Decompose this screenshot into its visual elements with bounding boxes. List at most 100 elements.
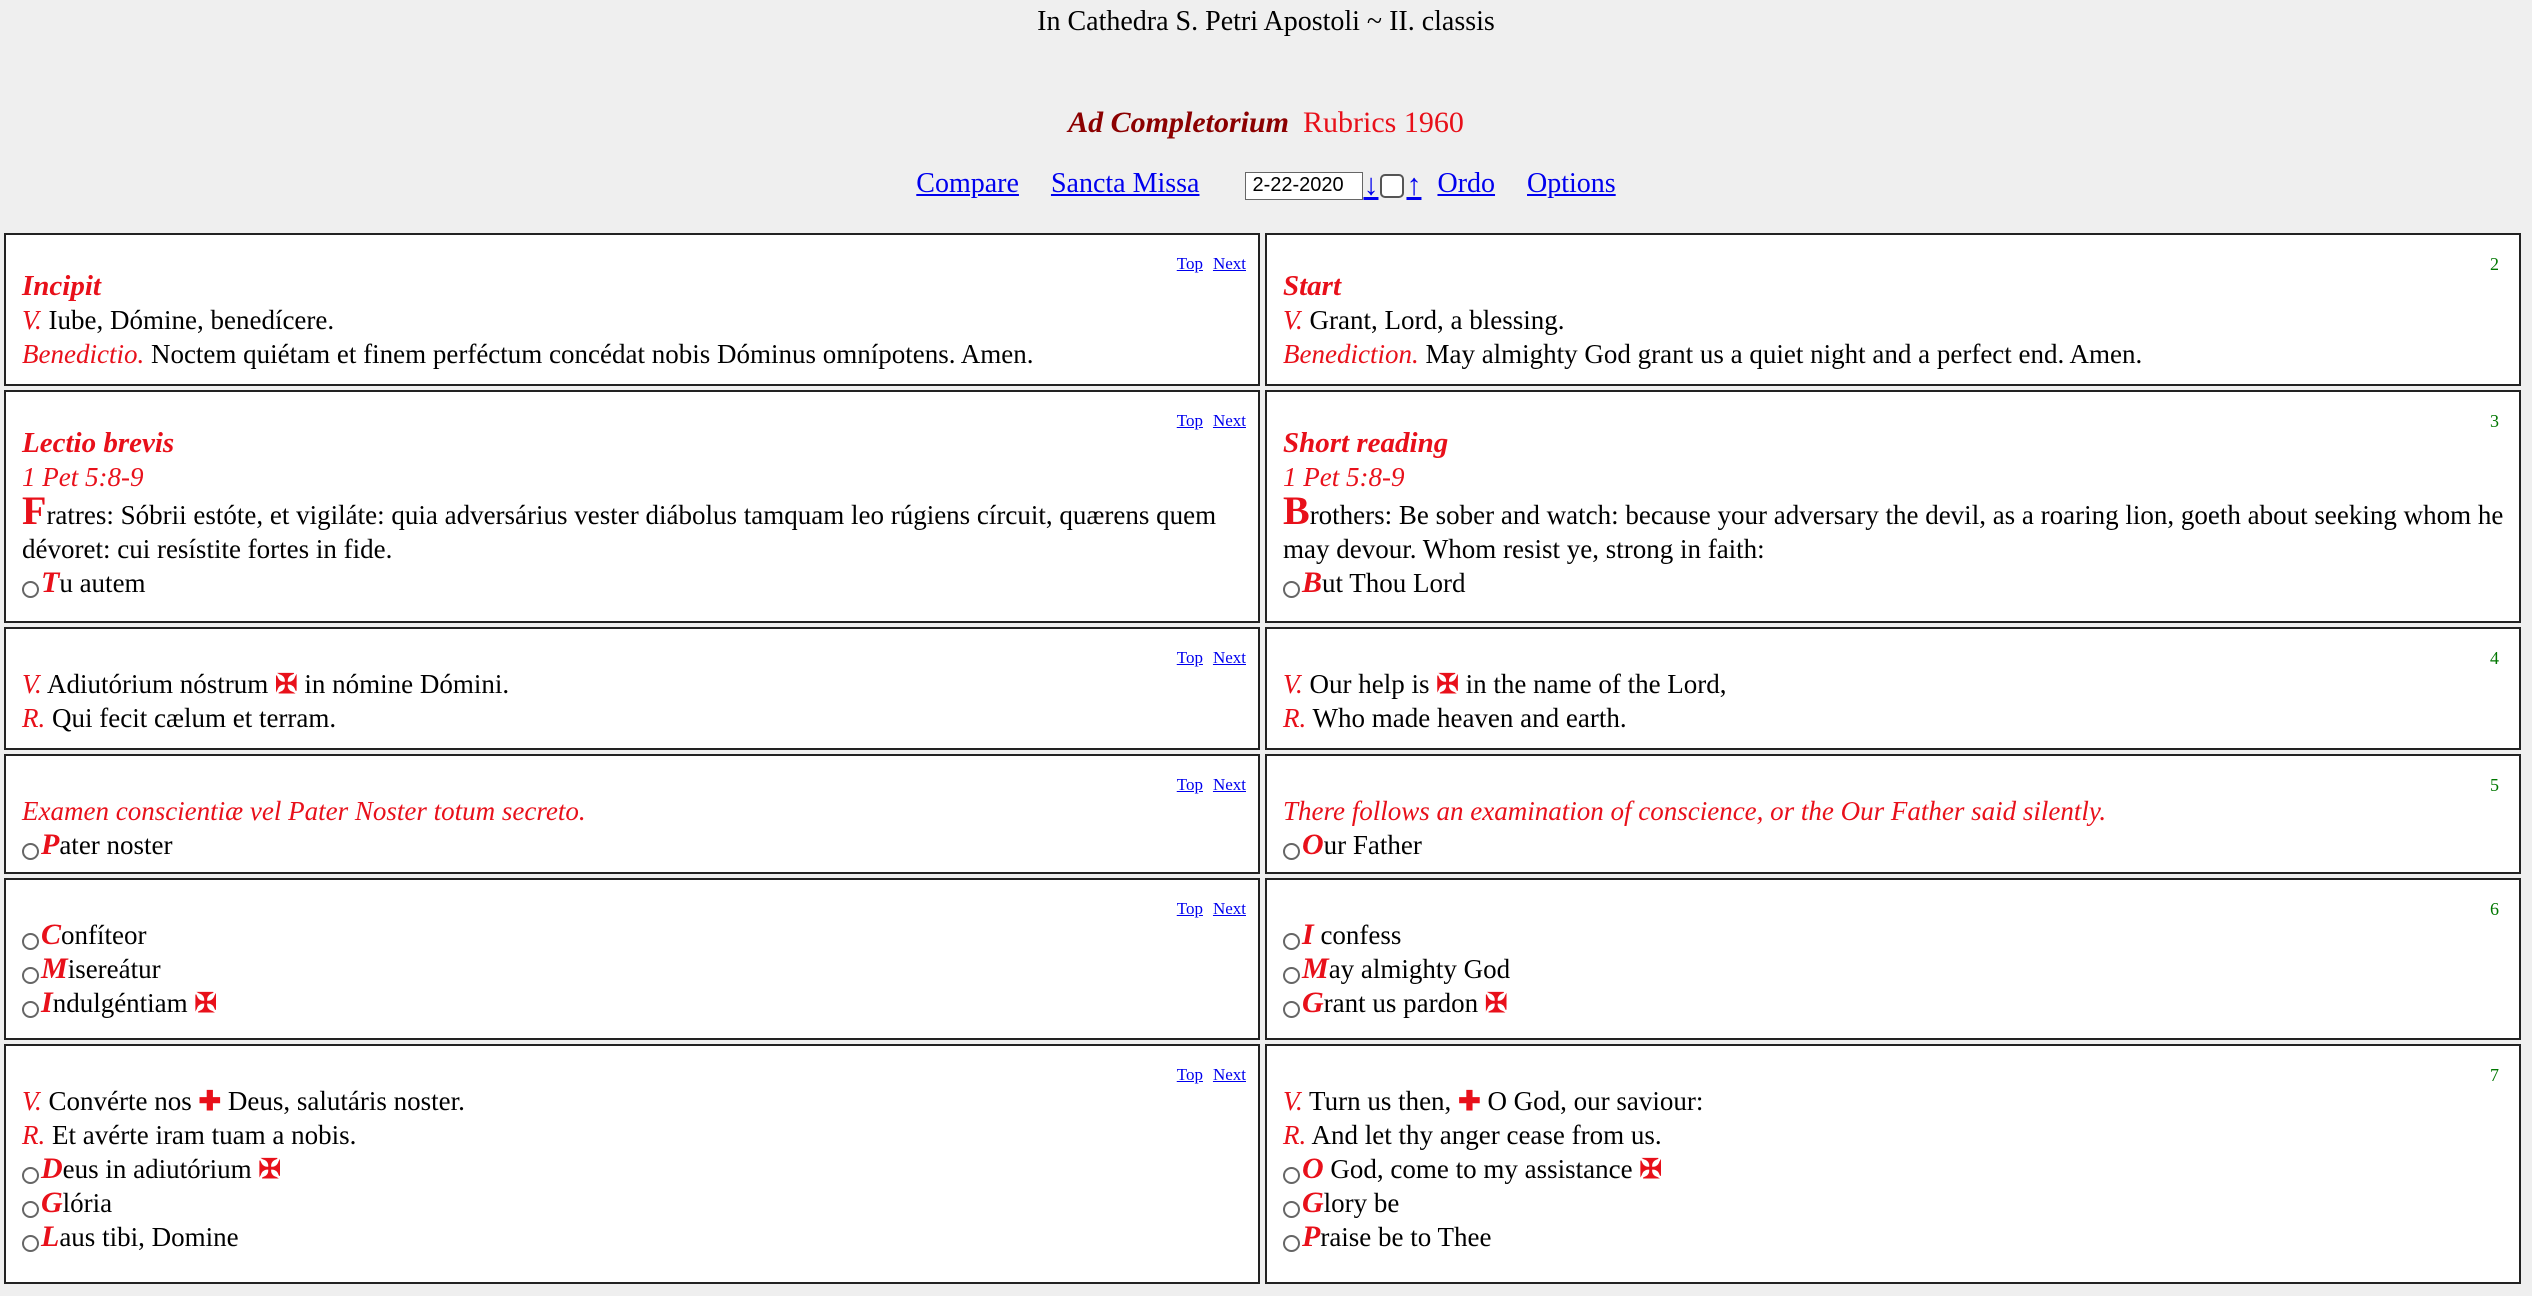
section-number: 5: [2490, 775, 2499, 795]
english-cell-reading: 3 Short reading 1 Pet 5:8-9 Brothers: Be…: [1265, 390, 2521, 623]
greek-cross-icon: ✚: [1458, 1086, 1481, 1116]
option-radio[interactable]: [1283, 1235, 1300, 1252]
benediction: Benediction. May almighty God grant us a…: [1283, 339, 2143, 369]
section-number: 6: [2490, 899, 2499, 919]
hour-title: Ad Completorium Rubrics 1960: [0, 106, 2532, 140]
latin-cell-confiteor: Top Next Confíteor Misereátur Indulgéntia…: [4, 878, 1260, 1040]
section-heading: Start: [1283, 270, 1342, 302]
latin-cell-adiutorium: Top Next V. Adiutórium nóstrum ✠ in nómin…: [4, 627, 1260, 750]
option-radio[interactable]: [22, 843, 39, 860]
next-link[interactable]: Next: [1213, 775, 1246, 794]
option-radio[interactable]: [1283, 1201, 1300, 1218]
next-link[interactable]: Next: [1213, 648, 1246, 667]
reading-text: Fratres: Sóbrii estóte, et vigiláte: qui…: [22, 488, 1217, 565]
next-link[interactable]: Next: [1213, 1065, 1246, 1084]
option-row[interactable]: Glory be: [1283, 1186, 2505, 1220]
page-header: In Cathedra S. Petri Apostoli ~ II. clas…: [0, 0, 2532, 230]
cross-icon: ✠: [194, 988, 218, 1018]
option-radio[interactable]: [1283, 581, 1300, 598]
option-radio[interactable]: [22, 1235, 39, 1252]
option-row[interactable]: Our Father: [1283, 828, 2505, 862]
option-radio[interactable]: [22, 1201, 39, 1218]
cross-icon: ✠: [1639, 1154, 1662, 1184]
option-radio[interactable]: [1283, 1001, 1300, 1018]
table-row: Top Next Incipit V. Iube, Dómine, benedíc…: [2, 232, 2530, 389]
versicle: V. Convérte nos ✚ Deus, salutáris noster…: [22, 1086, 465, 1116]
top-link[interactable]: Top: [1177, 775, 1203, 794]
cross-icon: ✠: [275, 669, 298, 699]
option-radio[interactable]: [1283, 843, 1300, 860]
option-row[interactable]: Laus tibi, Domine: [22, 1220, 1244, 1254]
sancta-missa-link[interactable]: Sancta Missa: [1051, 168, 1200, 199]
option-row[interactable]: Glória: [22, 1186, 1244, 1220]
greek-cross-icon: ✚: [198, 1086, 222, 1116]
scripture-reference: 1 Pet 5:8-9: [1283, 462, 1405, 492]
next-link[interactable]: Next: [1213, 899, 1246, 918]
feast-title: In Cathedra S. Petri Apostoli ~ II. clas…: [1037, 6, 1495, 37]
option-row[interactable]: O God, come to my assistance ✠: [1283, 1152, 2505, 1186]
top-link[interactable]: Top: [1177, 411, 1203, 430]
next-day-arrow-icon[interactable]: ↑: [1406, 169, 1421, 202]
response: R. And let thy anger cease from us.: [1283, 1120, 1662, 1150]
option-row[interactable]: Confíteor: [22, 918, 1244, 952]
benediction: Benedictio. Noctem quiétam et finem perf…: [22, 339, 1034, 369]
top-next-links: Top Next: [1167, 1058, 1246, 1092]
response: R. Qui fecit cælum et terram.: [22, 703, 337, 733]
top-link[interactable]: Top: [1177, 648, 1203, 667]
options-link[interactable]: Options: [1527, 168, 1616, 199]
option-row[interactable]: Pater noster: [22, 828, 1244, 862]
option-row[interactable]: Grant us pardon ✠: [1283, 986, 2505, 1020]
top-link[interactable]: Top: [1177, 1065, 1203, 1084]
section-number: 7: [2490, 1065, 2499, 1085]
next-link[interactable]: Next: [1213, 254, 1246, 273]
previous-day-arrow-icon[interactable]: ↓: [1363, 169, 1378, 202]
latin-cell-converte: Top Next V. Convérte nos ✚ Deus, salutári…: [4, 1044, 1260, 1284]
option-radio[interactable]: [22, 1001, 39, 1018]
section-number: 4: [2490, 648, 2499, 668]
top-link[interactable]: Top: [1177, 899, 1203, 918]
option-row[interactable]: But Thou Lord: [1283, 566, 2505, 600]
latin-cell-lectio: Top Next Lectio brevis 1 Pet 5:8-9 Fratre…: [4, 390, 1260, 623]
office-table: Top Next Incipit V. Iube, Dómine, benedíc…: [2, 232, 2530, 1284]
option-radio[interactable]: [22, 933, 39, 950]
option-radio[interactable]: [22, 967, 39, 984]
top-link[interactable]: Top: [1177, 254, 1203, 273]
option-radio[interactable]: [1283, 1167, 1300, 1184]
scripture-reference: 1 Pet 5:8-9: [22, 462, 144, 492]
table-row: Top Next V. Convérte nos ✚ Deus, salutári…: [2, 1043, 2530, 1284]
next-link[interactable]: Next: [1213, 411, 1246, 430]
option-row[interactable]: Deus in adiutórium ✠: [22, 1152, 1244, 1186]
top-next-links: Top Next: [1167, 892, 1246, 926]
option-radio[interactable]: [1283, 967, 1300, 984]
hour-name: Ad Completorium: [1068, 106, 1290, 139]
option-row[interactable]: Praise be to Thee: [1283, 1220, 2505, 1254]
compare-link[interactable]: Compare: [916, 168, 1019, 199]
section-heading: Incipit: [22, 270, 101, 302]
option-radio[interactable]: [1283, 933, 1300, 950]
cross-icon: ✠: [258, 1154, 282, 1184]
table-row: Top Next Examen conscientiæ vel Pater Nos…: [2, 753, 2530, 877]
option-row[interactable]: I confess: [1283, 918, 2505, 952]
cross-icon: ✠: [1484, 988, 1508, 1018]
option-row[interactable]: May almighty God: [1283, 952, 2505, 986]
versicle: V. Our help is ✠ in the name of the Lord…: [1283, 669, 1727, 699]
table-row: Top Next Lectio brevis 1 Pet 5:8-9 Fratre…: [2, 389, 2530, 626]
option-row[interactable]: Indulgéntiam ✠: [22, 986, 1244, 1020]
option-radio[interactable]: [22, 1167, 39, 1184]
top-next-links: Top Next: [1167, 768, 1246, 802]
option-radio[interactable]: [22, 581, 39, 598]
date-input[interactable]: [1245, 171, 1364, 200]
ordo-link[interactable]: Ordo: [1437, 168, 1495, 199]
english-cell-our-help: 4 V. Our help is ✠ in the name of the Lo…: [1265, 627, 2521, 750]
latin-cell-examen: Top Next Examen conscientiæ vel Pater Nos…: [4, 754, 1260, 874]
option-row[interactable]: Tu autem: [22, 566, 1244, 600]
date-checkbox[interactable]: [1380, 173, 1405, 198]
latin-cell-incipit: Top Next Incipit V. Iube, Dómine, benedíc…: [4, 233, 1260, 386]
english-cell-turn-us: 7 V. Turn us then, ✚ O God, our saviour:…: [1265, 1044, 2521, 1284]
english-cell-examination: 5 There follows an examination of consci…: [1265, 754, 2521, 874]
option-row[interactable]: Misereátur: [22, 952, 1244, 986]
section-number: 2: [2490, 254, 2499, 274]
versicle: V. Turn us then, ✚ O God, our saviour:: [1283, 1086, 1704, 1116]
table-row: Top Next V. Adiutórium nóstrum ✠ in nómin…: [2, 626, 2530, 753]
versicle: V. Iube, Dómine, benedícere.: [22, 305, 335, 335]
